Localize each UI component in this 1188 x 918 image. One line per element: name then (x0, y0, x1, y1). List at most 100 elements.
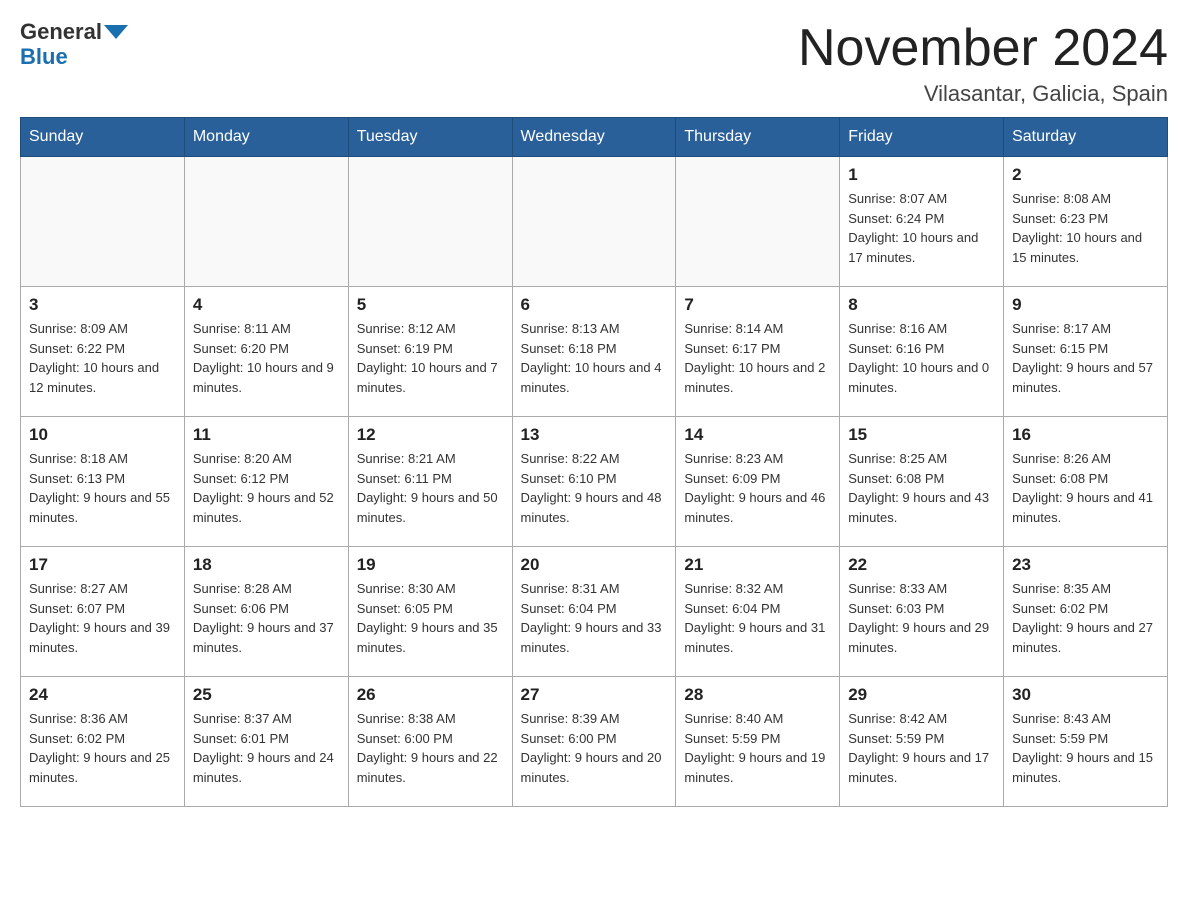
logo: General Blue (20, 20, 128, 70)
calendar-week-2: 3Sunrise: 8:09 AM Sunset: 6:22 PM Daylig… (21, 287, 1168, 417)
day-info: Sunrise: 8:37 AM Sunset: 6:01 PM Dayligh… (193, 709, 340, 787)
calendar-cell (348, 157, 512, 287)
weekday-header-row: SundayMondayTuesdayWednesdayThursdayFrid… (21, 118, 1168, 157)
day-number: 27 (521, 685, 668, 705)
day-number: 29 (848, 685, 995, 705)
logo-arrow-icon (104, 25, 128, 39)
weekday-header-thursday: Thursday (676, 118, 840, 157)
day-info: Sunrise: 8:20 AM Sunset: 6:12 PM Dayligh… (193, 449, 340, 527)
day-number: 2 (1012, 165, 1159, 185)
day-info: Sunrise: 8:25 AM Sunset: 6:08 PM Dayligh… (848, 449, 995, 527)
day-number: 11 (193, 425, 340, 445)
day-number: 21 (684, 555, 831, 575)
day-info: Sunrise: 8:26 AM Sunset: 6:08 PM Dayligh… (1012, 449, 1159, 527)
calendar-week-1: 1 Sunrise: 8:07 AM Sunset: 6:24 PM Daylig… (21, 157, 1168, 287)
calendar-cell: 10 Sunrise: 8:18 AM Sunset: 6:13 PM Dayli… (21, 417, 185, 547)
day-info: Sunrise: 8:21 AM Sunset: 6:11 PM Dayligh… (357, 449, 504, 527)
day-info: Sunrise: 8:42 AM Sunset: 5:59 PM Dayligh… (848, 709, 995, 787)
calendar-cell (512, 157, 676, 287)
day-info: Sunrise: 8:30 AM Sunset: 6:05 PM Dayligh… (357, 579, 504, 657)
calendar-cell: 12 Sunrise: 8:21 AM Sunset: 6:11 PM Dayli… (348, 417, 512, 547)
calendar-cell: 25 Sunrise: 8:37 AM Sunset: 6:01 PM Dayli… (184, 677, 348, 807)
calendar-cell: 3Sunrise: 8:09 AM Sunset: 6:22 PM Daylig… (21, 287, 185, 417)
day-info: Sunrise: 8:13 AM Sunset: 6:18 PM Dayligh… (521, 319, 668, 397)
location: Vilasantar, Galicia, Spain (798, 81, 1168, 107)
day-info: Sunrise: 8:07 AM Sunset: 6:24 PM Dayligh… (848, 189, 995, 267)
calendar-cell: 29 Sunrise: 8:42 AM Sunset: 5:59 PM Dayli… (840, 677, 1004, 807)
calendar-week-4: 17Sunrise: 8:27 AM Sunset: 6:07 PM Dayli… (21, 547, 1168, 677)
day-number: 16 (1012, 425, 1159, 445)
day-info: Sunrise: 8:18 AM Sunset: 6:13 PM Dayligh… (29, 449, 176, 527)
day-number: 26 (357, 685, 504, 705)
calendar-cell: 14 Sunrise: 8:23 AM Sunset: 6:09 PM Dayli… (676, 417, 840, 547)
day-info: Sunrise: 8:11 AM Sunset: 6:20 PM Dayligh… (193, 319, 340, 397)
day-number: 10 (29, 425, 176, 445)
calendar-cell: 16 Sunrise: 8:26 AM Sunset: 6:08 PM Dayli… (1004, 417, 1168, 547)
calendar-cell (184, 157, 348, 287)
day-number: 12 (357, 425, 504, 445)
logo-text-general: General (20, 20, 102, 44)
day-number: 18 (193, 555, 340, 575)
day-number: 25 (193, 685, 340, 705)
day-number: 14 (684, 425, 831, 445)
calendar-cell: 22Sunrise: 8:33 AM Sunset: 6:03 PM Dayli… (840, 547, 1004, 677)
day-info: Sunrise: 8:31 AM Sunset: 6:04 PM Dayligh… (521, 579, 668, 657)
calendar-cell: 15 Sunrise: 8:25 AM Sunset: 6:08 PM Dayli… (840, 417, 1004, 547)
calendar-week-5: 24Sunrise: 8:36 AM Sunset: 6:02 PM Dayli… (21, 677, 1168, 807)
calendar-cell: 18 Sunrise: 8:28 AM Sunset: 6:06 PM Dayli… (184, 547, 348, 677)
calendar-cell: 1 Sunrise: 8:07 AM Sunset: 6:24 PM Daylig… (840, 157, 1004, 287)
calendar-table: SundayMondayTuesdayWednesdayThursdayFrid… (20, 117, 1168, 807)
day-number: 8 (848, 295, 995, 315)
day-info: Sunrise: 8:43 AM Sunset: 5:59 PM Dayligh… (1012, 709, 1159, 787)
day-number: 13 (521, 425, 668, 445)
day-number: 15 (848, 425, 995, 445)
weekday-header-wednesday: Wednesday (512, 118, 676, 157)
day-number: 5 (357, 295, 504, 315)
day-info: Sunrise: 8:32 AM Sunset: 6:04 PM Dayligh… (684, 579, 831, 657)
day-info: Sunrise: 8:09 AM Sunset: 6:22 PM Dayligh… (29, 319, 176, 397)
calendar-cell: 20 Sunrise: 8:31 AM Sunset: 6:04 PM Dayli… (512, 547, 676, 677)
day-number: 7 (684, 295, 831, 315)
day-info: Sunrise: 8:17 AM Sunset: 6:15 PM Dayligh… (1012, 319, 1159, 397)
day-info: Sunrise: 8:39 AM Sunset: 6:00 PM Dayligh… (521, 709, 668, 787)
weekday-header-monday: Monday (184, 118, 348, 157)
day-info: Sunrise: 8:23 AM Sunset: 6:09 PM Dayligh… (684, 449, 831, 527)
day-number: 23 (1012, 555, 1159, 575)
weekday-header-sunday: Sunday (21, 118, 185, 157)
day-info: Sunrise: 8:33 AM Sunset: 6:03 PM Dayligh… (848, 579, 995, 657)
day-info: Sunrise: 8:38 AM Sunset: 6:00 PM Dayligh… (357, 709, 504, 787)
calendar-cell: 13Sunrise: 8:22 AM Sunset: 6:10 PM Dayli… (512, 417, 676, 547)
calendar-cell: 11 Sunrise: 8:20 AM Sunset: 6:12 PM Dayli… (184, 417, 348, 547)
calendar-week-3: 10 Sunrise: 8:18 AM Sunset: 6:13 PM Dayli… (21, 417, 1168, 547)
calendar-cell: 7 Sunrise: 8:14 AM Sunset: 6:17 PM Daylig… (676, 287, 840, 417)
day-info: Sunrise: 8:28 AM Sunset: 6:06 PM Dayligh… (193, 579, 340, 657)
day-number: 19 (357, 555, 504, 575)
day-number: 1 (848, 165, 995, 185)
day-info: Sunrise: 8:12 AM Sunset: 6:19 PM Dayligh… (357, 319, 504, 397)
calendar-cell: 19 Sunrise: 8:30 AM Sunset: 6:05 PM Dayli… (348, 547, 512, 677)
weekday-header-tuesday: Tuesday (348, 118, 512, 157)
day-number: 20 (521, 555, 668, 575)
day-info: Sunrise: 8:16 AM Sunset: 6:16 PM Dayligh… (848, 319, 995, 397)
month-title: November 2024 (798, 20, 1168, 77)
calendar-cell: 8 Sunrise: 8:16 AM Sunset: 6:16 PM Daylig… (840, 287, 1004, 417)
calendar-cell: 24Sunrise: 8:36 AM Sunset: 6:02 PM Dayli… (21, 677, 185, 807)
calendar-cell: 6Sunrise: 8:13 AM Sunset: 6:18 PM Daylig… (512, 287, 676, 417)
day-info: Sunrise: 8:14 AM Sunset: 6:17 PM Dayligh… (684, 319, 831, 397)
calendar-cell: 9Sunrise: 8:17 AM Sunset: 6:15 PM Daylig… (1004, 287, 1168, 417)
calendar-cell: 28Sunrise: 8:40 AM Sunset: 5:59 PM Dayli… (676, 677, 840, 807)
day-number: 17 (29, 555, 176, 575)
page-header: General Blue November 2024 Vilasantar, G… (20, 20, 1168, 107)
day-info: Sunrise: 8:36 AM Sunset: 6:02 PM Dayligh… (29, 709, 176, 787)
calendar-cell: 5 Sunrise: 8:12 AM Sunset: 6:19 PM Daylig… (348, 287, 512, 417)
title-block: November 2024 Vilasantar, Galicia, Spain (798, 20, 1168, 107)
calendar-cell: 21 Sunrise: 8:32 AM Sunset: 6:04 PM Dayli… (676, 547, 840, 677)
day-number: 30 (1012, 685, 1159, 705)
day-info: Sunrise: 8:40 AM Sunset: 5:59 PM Dayligh… (684, 709, 831, 787)
calendar-cell: 30 Sunrise: 8:43 AM Sunset: 5:59 PM Dayli… (1004, 677, 1168, 807)
weekday-header-friday: Friday (840, 118, 1004, 157)
calendar-cell: 4Sunrise: 8:11 AM Sunset: 6:20 PM Daylig… (184, 287, 348, 417)
calendar-cell: 17Sunrise: 8:27 AM Sunset: 6:07 PM Dayli… (21, 547, 185, 677)
day-info: Sunrise: 8:08 AM Sunset: 6:23 PM Dayligh… (1012, 189, 1159, 267)
calendar-cell: 2 Sunrise: 8:08 AM Sunset: 6:23 PM Daylig… (1004, 157, 1168, 287)
